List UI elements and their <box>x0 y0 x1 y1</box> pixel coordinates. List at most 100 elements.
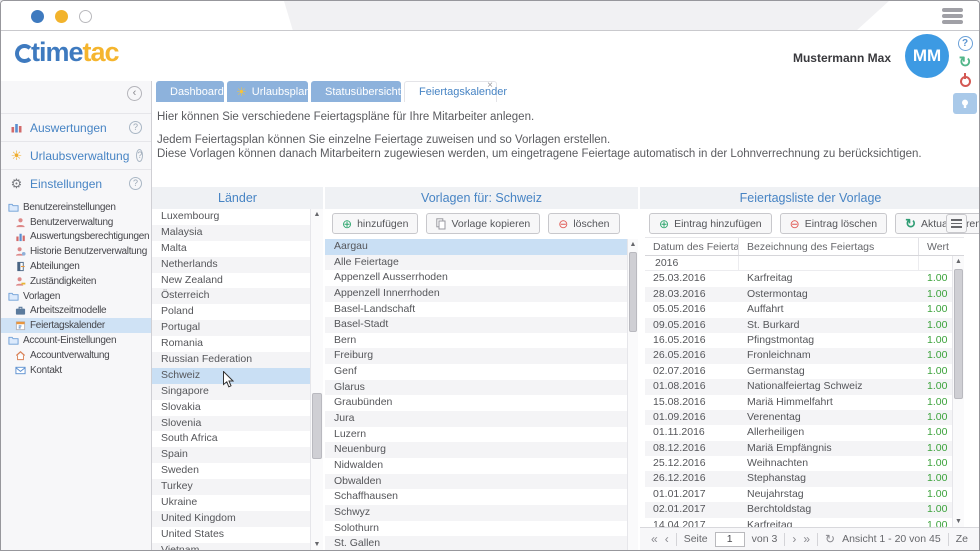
template-row[interactable]: Graubünden <box>325 395 638 411</box>
user-avatar[interactable]: MM <box>905 34 949 78</box>
country-row[interactable]: Spain <box>152 447 323 463</box>
sidebar-collapse-icon[interactable]: ‹ <box>127 86 142 101</box>
country-row[interactable]: Sweden <box>152 463 323 479</box>
scroll-down-icon[interactable]: ▼ <box>953 518 964 525</box>
country-row[interactable]: Netherlands <box>152 257 323 273</box>
template-row[interactable]: Alle Feiertage <box>325 255 638 271</box>
country-row[interactable]: Singapore <box>152 384 323 400</box>
window-dot-white[interactable] <box>79 10 92 23</box>
holiday-row[interactable]: 14.04.2017 Karfreitag 1.00 <box>645 518 964 527</box>
holiday-row[interactable]: 28.03.2016 Ostermontag 1.00 <box>645 287 964 302</box>
sidebar-group-urlaubsverwaltung[interactable]: ☀ Urlaubsverwaltung ? <box>1 141 151 169</box>
template-row[interactable]: Aargau <box>325 239 638 255</box>
scroll-down-icon[interactable]: ▼ <box>311 541 323 548</box>
sidebar-group-auswertungen[interactable]: Auswertungen ? <box>1 113 151 141</box>
first-page-icon[interactable]: « <box>651 533 658 545</box>
template-row[interactable]: Basel-Landschaft <box>325 302 638 318</box>
sidebar-item-accountverwaltung[interactable]: Accountverwaltung <box>1 348 151 363</box>
template-row[interactable]: St. Gallen <box>325 536 638 550</box>
window-dot-blue[interactable] <box>31 10 44 23</box>
sidebar-item-historie-benutzerverwaltung[interactable]: Historie Benutzerverwaltung <box>1 244 151 259</box>
country-row[interactable]: Ukraine <box>152 495 323 511</box>
last-page-icon[interactable]: » <box>803 533 810 545</box>
sidebar-item-abteilungen[interactable]: Abteilungen <box>1 259 151 274</box>
delete-template-button[interactable]: ⊖ löschen <box>548 213 619 234</box>
timetac-logo[interactable]: timetac <box>15 37 119 67</box>
country-row[interactable]: South Africa <box>152 431 323 447</box>
holiday-row[interactable]: 02.01.2017 Berchtoldstag 1.00 <box>645 502 964 517</box>
sidebar-item-benutzerverwaltung[interactable]: Benutzerverwaltung <box>1 215 151 230</box>
scroll-up-icon[interactable]: ▲ <box>953 258 964 265</box>
country-row[interactable]: Luxembourg <box>152 209 323 225</box>
country-row[interactable]: Vietnam <box>152 543 323 550</box>
column-header-name[interactable]: Bezeichnung des Feiertags <box>739 238 919 255</box>
template-row[interactable]: Schaffhausen <box>325 489 638 505</box>
holiday-row[interactable]: 16.05.2016 Pfingstmontag 1.00 <box>645 333 964 348</box>
country-row[interactable]: Österreich <box>152 288 323 304</box>
add-entry-button[interactable]: ⊕ Eintrag hinzufügen <box>649 213 772 234</box>
holiday-row[interactable]: 05.05.2016 Auffahrt 1.00 <box>645 302 964 317</box>
sidebar-item-feiertagskalender[interactable]: Feiertagskalender <box>1 318 151 333</box>
scroll-up-icon[interactable]: ▲ <box>628 241 638 248</box>
country-row[interactable]: Russian Federation <box>152 352 323 368</box>
country-list-scrollbar[interactable]: ▲ ▼ <box>310 209 323 550</box>
holiday-row[interactable]: 15.08.2016 Mariä Himmelfahrt 1.00 <box>645 395 964 410</box>
column-header-value[interactable]: Wert <box>919 238 964 255</box>
country-row[interactable]: United Kingdom <box>152 511 323 527</box>
holiday-row[interactable]: 26.05.2016 Fronleichnam 1.00 <box>645 348 964 363</box>
holiday-row[interactable]: 09.05.2016 St. Burkard 1.00 <box>645 318 964 333</box>
template-row[interactable]: Jura <box>325 411 638 427</box>
country-row[interactable]: United States <box>152 527 323 543</box>
refresh-icon[interactable]: ↻ <box>959 55 972 70</box>
holiday-row[interactable]: 26.12.2016 Stephanstag 1.00 <box>645 471 964 486</box>
refresh-button[interactable]: ↻ Aktualisieren <box>895 213 980 234</box>
country-row[interactable]: Turkey <box>152 479 323 495</box>
holiday-row[interactable]: 02.07.2016 Germanstag 1.00 <box>645 364 964 379</box>
country-row[interactable]: Slovenia <box>152 416 323 432</box>
help-badge-icon[interactable]: ? <box>129 121 142 134</box>
column-header-date[interactable]: Datum des Feiertags ↑ <box>645 238 739 255</box>
template-row[interactable]: Solothurn <box>325 521 638 537</box>
grid-menu-button[interactable] <box>946 214 967 233</box>
holiday-row[interactable]: 08.12.2016 Mariä Empfängnis 1.00 <box>645 441 964 456</box>
next-page-icon[interactable]: › <box>792 533 796 545</box>
holiday-row[interactable]: 25.03.2016 Karfreitag 1.00 <box>645 271 964 286</box>
template-row[interactable]: Neuenburg <box>325 442 638 458</box>
country-row[interactable]: Schweiz <box>152 368 323 384</box>
sidebar-item-arbeitszeitmodelle[interactable]: Arbeitszeitmodelle <box>1 304 151 319</box>
template-row[interactable]: Schwyz <box>325 505 638 521</box>
help-badge-icon[interactable]: ? <box>129 177 142 190</box>
template-row[interactable]: Freiburg <box>325 348 638 364</box>
tab-urlaubsplaner[interactable]: ☀ Urlaubsplaner <box>227 81 308 102</box>
tab-feiertagskalender[interactable]: Feiertagskalender × <box>404 81 497 102</box>
page-number-input[interactable] <box>715 532 745 547</box>
country-row[interactable]: Romania <box>152 336 323 352</box>
holiday-row[interactable]: 01.11.2016 Allerheiligen 1.00 <box>645 425 964 440</box>
template-row[interactable]: Basel-Stadt <box>325 317 638 333</box>
holiday-table-scrollbar[interactable]: ▲ ▼ <box>952 256 964 527</box>
template-row[interactable]: Appenzell Innerrhoden <box>325 286 638 302</box>
year-group-row[interactable]: 2016 <box>645 256 964 271</box>
tab-close-icon[interactable]: × <box>487 81 493 91</box>
browser-menu-icon[interactable] <box>942 8 963 26</box>
window-dot-yellow[interactable] <box>55 10 68 23</box>
reload-grid-icon[interactable]: ↻ <box>825 533 835 545</box>
prev-page-icon[interactable]: ‹ <box>665 533 669 545</box>
help-icon[interactable]: ? <box>958 36 973 51</box>
scroll-up-icon[interactable]: ▲ <box>311 211 323 218</box>
country-row[interactable]: Slovakia <box>152 400 323 416</box>
country-row[interactable]: Poland <box>152 304 323 320</box>
country-row[interactable]: New Zealand <box>152 273 323 289</box>
country-row[interactable]: Malta <box>152 241 323 257</box>
holiday-row[interactable]: 01.08.2016 Nationalfeiertag Schweiz 1.00 <box>645 379 964 394</box>
scroll-thumb[interactable] <box>629 252 637 332</box>
template-list-scrollbar[interactable]: ▲ <box>627 239 638 550</box>
add-template-button[interactable]: ⊕ hinzufügen <box>332 213 418 234</box>
holiday-row[interactable]: 01.09.2016 Verenentag 1.00 <box>645 410 964 425</box>
sidebar-item-kontakt[interactable]: Kontakt <box>1 363 151 378</box>
template-row[interactable]: Appenzell Ausserrhoden <box>325 270 638 286</box>
template-row[interactable]: Glarus <box>325 380 638 396</box>
copy-template-button[interactable]: Vorlage kopieren <box>426 213 540 234</box>
holiday-row[interactable]: 01.01.2017 Neujahrstag 1.00 <box>645 487 964 502</box>
delete-entry-button[interactable]: ⊖ Eintrag löschen <box>780 213 887 234</box>
